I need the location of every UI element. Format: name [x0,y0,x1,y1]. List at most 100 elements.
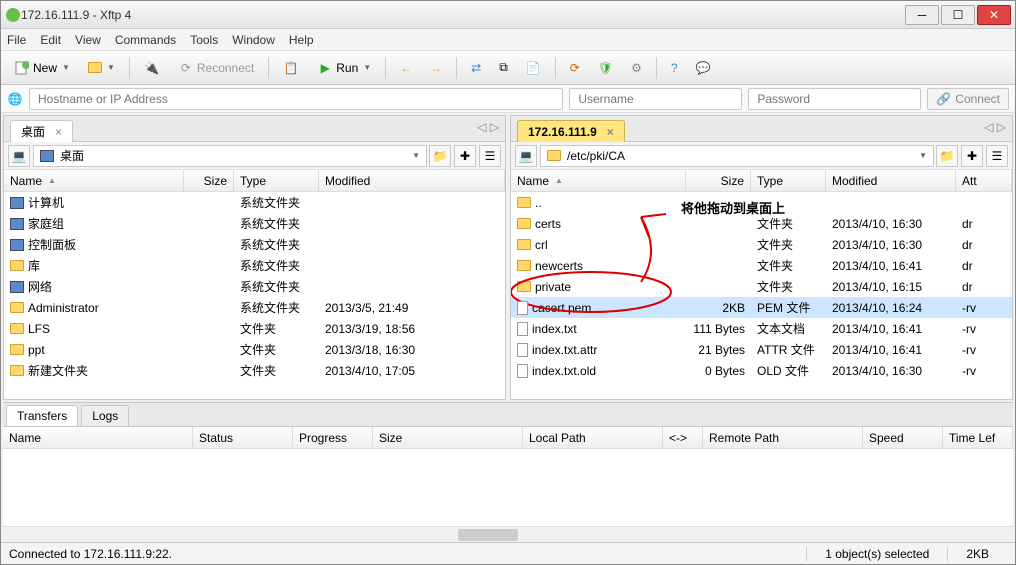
file-type: 文件夹 [234,320,319,337]
settings-button[interactable]: ⚙ [624,56,649,80]
path-dropdown[interactable]: ▼ [919,151,927,160]
hdr-att[interactable]: Att [956,170,1012,191]
thdr-arrow[interactable]: <-> [663,427,703,448]
hdr-size[interactable]: Size [184,170,234,191]
left-tabrow: 桌面× ◁ ▷ [4,116,505,142]
transfers-panel: Transfers Logs Name Status Progress Size… [3,402,1013,542]
scrollbar-thumb[interactable] [458,529,518,541]
file-name: 网络 [28,278,52,295]
list-item[interactable]: 新建文件夹 文件夹 2013/4/10, 17:05 [4,360,505,381]
folder-icon [10,323,24,334]
chat-button[interactable]: 💬 [689,56,718,80]
maximize-button[interactable]: ☐ [941,5,975,25]
new-button[interactable]: New▼ [7,56,77,80]
connect-button[interactable]: 🔗Connect [927,88,1009,110]
view-button[interactable]: ☰ [479,145,501,167]
left-pathrow: 💻 桌面 ▼ 📁 ✚ ☰ [4,142,505,170]
thdr-speed[interactable]: Speed [863,427,943,448]
shield-button[interactable]: 🛡 [591,56,620,80]
paste-button[interactable]: 📄 [519,56,548,80]
username-input[interactable] [569,88,742,110]
close-icon[interactable]: × [55,125,62,139]
hdr-size[interactable]: Size [686,170,751,191]
password-input[interactable] [748,88,921,110]
help-button[interactable]: ? [664,56,685,80]
drive-button[interactable]: 💻 [8,145,30,167]
list-item[interactable]: 控制面板 系统文件夹 [4,234,505,255]
menu-commands[interactable]: Commands [115,33,176,47]
reconnect-button[interactable]: ⟳Reconnect [171,56,261,80]
menu-view[interactable]: View [75,33,101,47]
up-button[interactable]: 📁 [936,145,958,167]
right-filelist[interactable]: 将他拖动到桌面上 .. certs 文件夹 2013/4/10, 16:30 d… [511,192,1012,399]
list-item[interactable]: Administrator 系统文件夹 2013/3/5, 21:49 [4,297,505,318]
right-path-input[interactable]: /etc/pki/CA [540,145,934,167]
quick-connect-row: 🌐 🔗Connect [1,85,1015,113]
right-tab-nav[interactable]: ◁ ▷ [984,120,1006,134]
file-type: 系统文件夹 [234,278,319,295]
up-button[interactable]: 📁 [429,145,451,167]
view-button[interactable]: ☰ [986,145,1008,167]
list-item[interactable]: 计算机 系统文件夹 [4,192,505,213]
close-icon[interactable]: × [607,125,614,139]
host-input[interactable] [29,88,563,110]
statusbar: Connected to 172.16.111.9:22. 1 object(s… [1,542,1015,564]
hdr-type[interactable]: Type [234,170,319,191]
left-filelist[interactable]: 计算机 系统文件夹 家庭组 系统文件夹 控制面板 系统文件夹 库 系统文件夹 网… [4,192,505,399]
desktop-icon [40,150,54,162]
minimize-button[interactable]: ─ [905,5,939,25]
list-item[interactable]: 库 系统文件夹 [4,255,505,276]
list-item[interactable]: ppt 文件夹 2013/3/18, 16:30 [4,339,505,360]
menu-window[interactable]: Window [232,33,275,47]
file-icon [517,322,528,336]
back-button[interactable]: ← [393,56,419,80]
h-scrollbar[interactable] [3,526,1013,542]
forward-button[interactable]: → [423,56,449,80]
computer-icon [10,218,24,230]
menu-tools[interactable]: Tools [190,33,218,47]
run-button[interactable]: ▶Run▼ [310,56,378,80]
list-item[interactable]: 网络 系统文件夹 [4,276,505,297]
disconnect-button[interactable]: 🔌 [137,56,167,80]
thdr-timeleft[interactable]: Time Lef [943,427,1013,448]
sync-button[interactable]: ⇄ [464,56,488,80]
path-dropdown[interactable]: ▼ [412,151,420,160]
hdr-modified[interactable]: Modified [826,170,956,191]
left-tab[interactable]: 桌面× [10,120,73,142]
hdr-modified[interactable]: Modified [319,170,505,191]
hdr-name[interactable]: Name ▲ [4,170,184,191]
menu-file[interactable]: File [7,33,26,47]
left-path-input[interactable]: 桌面 [33,145,427,167]
open-button[interactable]: ▼ [81,56,122,80]
close-button[interactable]: ✕ [977,5,1011,25]
thdr-progress[interactable]: Progress [293,427,373,448]
menu-edit[interactable]: Edit [40,33,61,47]
left-tab-nav[interactable]: ◁ ▷ [477,120,499,134]
right-tab[interactable]: 172.16.111.9× [517,120,625,142]
newfolder-button[interactable]: ✚ [961,145,983,167]
hdr-type[interactable]: Type [751,170,826,191]
refresh-button[interactable]: ⟳ [563,56,587,80]
status-selection: 1 object(s) selected [806,547,947,561]
list-item[interactable]: 家庭组 系统文件夹 [4,213,505,234]
sessions-button[interactable]: 📋 [276,56,306,80]
list-item[interactable]: LFS 文件夹 2013/3/19, 18:56 [4,318,505,339]
thdr-size[interactable]: Size [373,427,523,448]
transfers-body[interactable] [3,449,1013,526]
folder-icon [547,150,561,161]
tab-transfers[interactable]: Transfers [6,405,78,427]
file-type: 系统文件夹 [234,215,319,232]
tab-logs[interactable]: Logs [81,405,129,427]
thdr-status[interactable]: Status [193,427,293,448]
file-modified: 2013/3/19, 18:56 [319,322,505,336]
menu-help[interactable]: Help [289,33,314,47]
copy-button[interactable]: ⧉ [492,56,515,80]
thdr-name[interactable]: Name [3,427,193,448]
newfolder-button[interactable]: ✚ [454,145,476,167]
thdr-localpath[interactable]: Local Path [523,427,663,448]
file-type: 系统文件夹 [234,299,319,316]
refresh-icon: ⟳ [570,61,580,75]
thdr-remotepath[interactable]: Remote Path [703,427,863,448]
drive-button[interactable]: 💻 [515,145,537,167]
hdr-name[interactable]: Name ▲ [511,170,686,191]
